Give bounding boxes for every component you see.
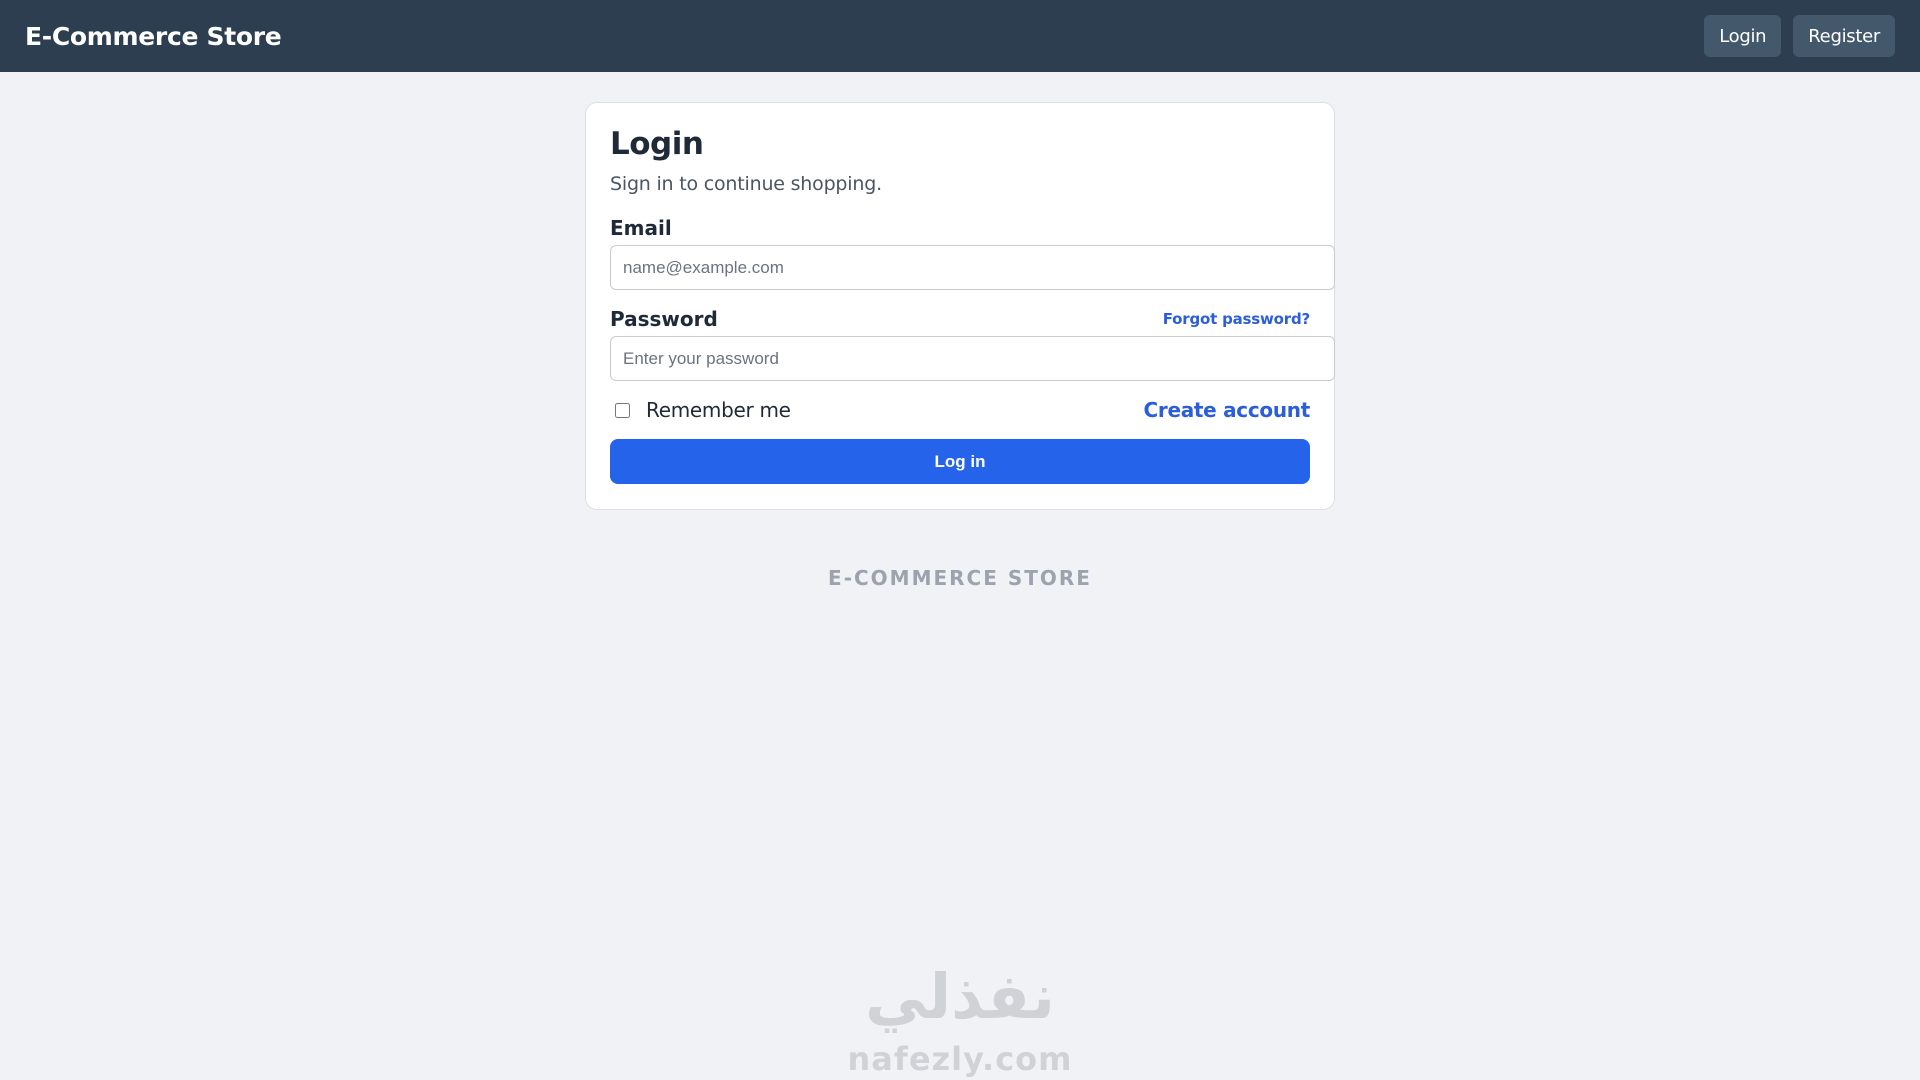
password-field[interactable] <box>610 336 1335 381</box>
remember-me-label[interactable]: Remember me <box>646 398 791 422</box>
login-subtitle: Sign in to continue shopping. <box>610 173 882 195</box>
brand-title[interactable]: E-Commerce Store <box>25 22 282 51</box>
create-account-link[interactable]: Create account <box>1144 398 1311 422</box>
nafezly-watermark-logo: نفذلي nafezly.com <box>848 960 1073 1078</box>
forgot-password-link[interactable]: Forgot password? <box>1163 310 1310 328</box>
remember-me-checkbox[interactable] <box>615 402 630 418</box>
watermark-arabic-text: نفذلي <box>865 960 1055 1033</box>
remember-me-row: Remember me <box>615 398 791 422</box>
footer-brand: E-COMMERCE STORE <box>828 566 1092 590</box>
watermark-latin-text: nafezly.com <box>848 1040 1073 1078</box>
login-submit-button[interactable]: Log in <box>610 439 1310 484</box>
top-navbar: E-Commerce Store Login Register <box>0 0 1920 72</box>
header-nav: Login Register <box>1704 15 1895 57</box>
login-title: Login <box>610 126 704 162</box>
email-label: Email <box>610 216 672 240</box>
nav-register-button[interactable]: Register <box>1793 15 1895 57</box>
nav-login-button[interactable]: Login <box>1704 15 1782 57</box>
email-field[interactable] <box>610 245 1335 290</box>
password-label: Password <box>610 307 718 331</box>
